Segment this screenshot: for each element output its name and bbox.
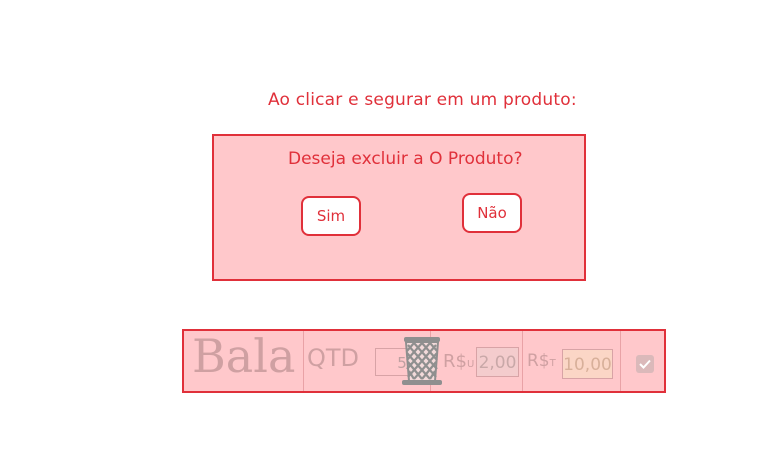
unit-price-field[interactable]: 2,00 bbox=[476, 347, 519, 377]
no-button[interactable]: Não bbox=[462, 193, 522, 233]
total-price-field: 10,00 bbox=[562, 349, 613, 379]
product-name: Bala bbox=[192, 329, 296, 383]
unit-price-subscript: U bbox=[466, 359, 475, 370]
total-price-subscript: T bbox=[549, 358, 556, 369]
check-icon bbox=[639, 359, 651, 369]
selected-checkbox[interactable] bbox=[636, 355, 654, 373]
yes-button[interactable]: Sim bbox=[301, 196, 361, 236]
delete-confirm-dialog: Deseja excluir a O Produto? Sim Não bbox=[212, 134, 586, 281]
divider bbox=[522, 331, 523, 391]
divider bbox=[620, 331, 621, 391]
dialog-question: Deseja excluir a O Produto? bbox=[288, 149, 523, 169]
instruction-caption: Ao clicar e segurar em um produto: bbox=[268, 90, 577, 110]
currency-symbol: R$ bbox=[527, 351, 550, 371]
quantity-label: QTD bbox=[307, 344, 360, 372]
unit-price-label: R$U bbox=[443, 351, 474, 372]
total-price-label: R$T bbox=[527, 351, 556, 371]
divider bbox=[303, 331, 304, 391]
trash-icon[interactable] bbox=[400, 335, 444, 387]
currency-symbol: R$ bbox=[443, 351, 467, 372]
product-row[interactable]: Bala QTD 5 R$U 2,00 R$T 10,00 bbox=[182, 329, 666, 393]
